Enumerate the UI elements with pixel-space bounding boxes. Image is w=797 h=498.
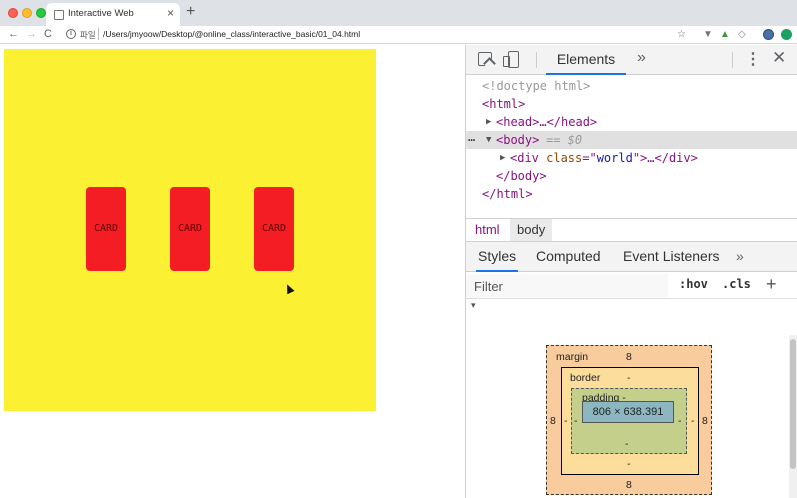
window-close-button[interactable] (8, 8, 18, 18)
toolbar-divider (732, 52, 733, 68)
new-style-rule-icon[interactable]: + (766, 274, 777, 295)
margin-left-value[interactable]: 8 (550, 415, 556, 427)
node-actions-icon[interactable]: … (468, 128, 475, 146)
head-tag: <head>…</head> (496, 115, 598, 129)
close-devtools-icon[interactable]: ✕ (772, 48, 786, 68)
border-left-value[interactable]: - (564, 415, 568, 427)
doctype-text: <!doctype html> (482, 79, 591, 93)
html-open-tag: <html> (482, 97, 526, 111)
url-field[interactable]: /Users/jmyoow/Desktop/@online_class/inte… (103, 29, 360, 39)
dom-node-html[interactable]: <html> (466, 95, 797, 113)
reload-button[interactable]: C (44, 27, 52, 42)
extension-tag-icon[interactable]: ◇ (738, 28, 746, 41)
page-viewport: CARD CARD CARD (0, 45, 465, 498)
bookmark-star-icon[interactable]: ☆ (677, 28, 686, 41)
styles-scrollbar[interactable] (789, 335, 797, 498)
html-close-tag: </html> (482, 187, 533, 201)
styles-tab-bar: Styles Computed Event Listeners » (466, 242, 797, 272)
box-model-content[interactable]: 806 × 638.391 (582, 401, 674, 423)
tab-styles[interactable]: Styles (476, 242, 519, 272)
box-model-border[interactable]: border - - - - padding - - - - 806 × 638… (561, 367, 699, 475)
window-maximize-button[interactable] (36, 8, 46, 18)
tab-close-icon[interactable]: × (167, 6, 174, 20)
padding-bottom-value[interactable]: - (625, 438, 629, 450)
extension-filter-icon[interactable]: ▼ (703, 28, 713, 41)
devtools-panel: Elements » ⋮ ✕ <!doctype html> <html> ▶ … (465, 45, 797, 498)
extension-circle-icon[interactable] (781, 29, 792, 40)
div-open-tag: <div (510, 151, 547, 165)
dom-node-div-world[interactable]: ▶ <div class="world">…</div> (466, 149, 797, 167)
address-bar: ← → C i 파일 /Users/jmyoow/Desktop/@online… (0, 26, 797, 44)
back-button[interactable]: ← (8, 27, 19, 42)
extension-green-icon[interactable]: ▲ (720, 28, 730, 41)
dom-node-head[interactable]: ▶ <head>…</head> (466, 113, 797, 131)
breadcrumb-html[interactable]: html (468, 219, 507, 241)
selected-node-marker: == $0 (546, 133, 583, 147)
class-toggle-button[interactable]: .cls (722, 277, 751, 291)
profile-avatar[interactable] (763, 29, 774, 40)
margin-right-value[interactable]: 8 (702, 415, 708, 427)
body-open-tag: <body> (496, 133, 540, 147)
tab-bar: Interactive Web × + (0, 0, 797, 26)
world-container: CARD CARD CARD (4, 49, 376, 411)
scrollbar-thumb[interactable] (790, 339, 796, 469)
box-model-padding[interactable]: padding - - - - 806 × 638.391 (571, 388, 687, 454)
device-toolbar-icon[interactable] (503, 51, 519, 68)
card[interactable]: CARD (86, 187, 126, 271)
styles-filter-input[interactable] (466, 274, 668, 298)
new-tab-button[interactable]: + (186, 3, 195, 21)
hover-state-button[interactable]: :hov (679, 277, 708, 291)
page-favicon-icon (54, 10, 64, 20)
breadcrumb-body[interactable]: body (510, 219, 553, 241)
padding-right-value[interactable]: - (678, 415, 682, 427)
div-attr-value: world (596, 151, 633, 165)
breadcrumb: html body (466, 218, 797, 242)
div-attr-equals: =" (582, 151, 597, 165)
devtools-toolbar: Elements » ⋮ ✕ (466, 45, 797, 75)
card[interactable]: CARD (254, 187, 294, 271)
tab-event-listeners[interactable]: Event Listeners (623, 242, 720, 272)
dom-node-body[interactable]: … ▼ <body> == $0 (466, 128, 797, 149)
more-tabs-icon[interactable]: » (637, 49, 646, 67)
body-close-tag: </body> (496, 169, 547, 183)
rule-expander-icon[interactable]: ▾ (471, 300, 476, 311)
scheme-label: 파일 (80, 30, 96, 40)
tab-title: Interactive Web (68, 8, 134, 19)
margin-label: margin (556, 351, 589, 363)
dom-node-doctype[interactable]: <!doctype html> (466, 77, 797, 95)
dom-node-body-close[interactable]: </body> (466, 167, 797, 185)
site-info-icon[interactable]: i (66, 29, 76, 39)
border-label: border (570, 372, 601, 384)
expand-triangle-icon[interactable]: ▶ (500, 149, 505, 167)
inspect-element-icon[interactable] (478, 52, 492, 66)
window-minimize-button[interactable] (22, 8, 32, 18)
tab-elements[interactable]: Elements (546, 45, 626, 75)
more-panels-icon[interactable]: » (736, 242, 744, 272)
forward-button[interactable]: → (26, 27, 37, 42)
border-right-value[interactable]: - (691, 415, 695, 427)
padding-left-value[interactable]: - (574, 415, 578, 427)
border-bottom-value[interactable]: - (627, 458, 631, 470)
dom-tree: <!doctype html> <html> ▶ <head>…</head> … (466, 75, 797, 215)
scheme-divider (98, 28, 99, 40)
styles-filter-row: :hov .cls + (466, 273, 797, 299)
expand-triangle-icon[interactable]: ▶ (486, 113, 491, 131)
div-world-element: <div class="world">…</div> (510, 149, 698, 167)
div-close-tag: ">…</div> (632, 151, 698, 165)
toolbar-divider (536, 52, 537, 68)
margin-top-value[interactable]: 8 (626, 351, 632, 363)
kebab-menu-icon[interactable]: ⋮ (745, 49, 761, 69)
margin-bottom-value[interactable]: 8 (626, 479, 632, 491)
dom-node-html-close[interactable]: </html> (466, 185, 797, 203)
box-model-margin[interactable]: margin 8 8 8 8 border - - - - padding - … (546, 345, 712, 495)
browser-tab[interactable]: Interactive Web × (46, 3, 180, 26)
card[interactable]: CARD (170, 187, 210, 271)
border-top-value[interactable]: - (627, 372, 631, 384)
tab-computed[interactable]: Computed (536, 242, 601, 272)
collapse-triangle-icon[interactable]: ▼ (486, 131, 491, 149)
div-attr-name: class (546, 151, 583, 165)
